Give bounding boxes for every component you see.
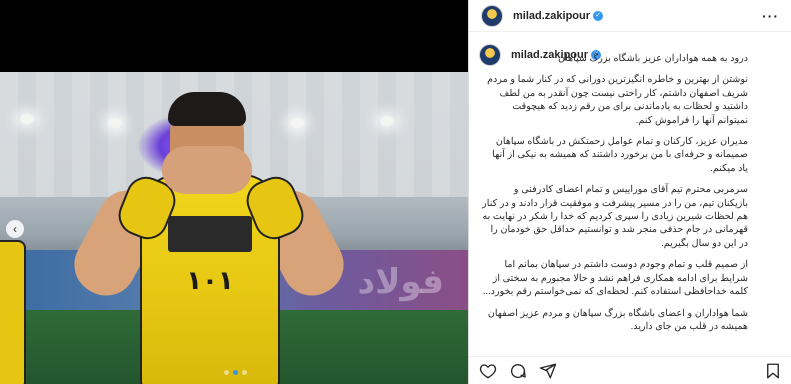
caption-paragraph: از صمیم قلب و تمام وجودم دوست داشتم در س… [482,259,748,298]
caption-area: milad.zakipour ✓ درود به همه هواداران عز… [469,44,791,352]
carousel-dot-active [233,370,238,375]
stadium-light [380,116,394,126]
player-figure: ۱۰۱ [63,92,355,384]
carousel-dots [224,370,247,375]
carousel-dot [224,370,229,375]
caption-paragraph: سرمربی محترم تیم آقای موراییس و تمام اعض… [482,184,748,249]
caption-paragraph: نوشتن از بهترین و خاطره انگیزترین دورانی… [487,74,748,126]
bookmark-icon[interactable] [764,362,782,380]
username-link[interactable]: milad.zakipour [513,10,590,22]
post-media[interactable]: فولاد ۱۰۱ ‹ [0,0,468,384]
player-hands [162,146,252,194]
jersey-sponsor-text: ۱۰۱ [186,266,234,296]
chevron-left-icon: ‹ [13,222,17,236]
avatar[interactable] [479,44,501,66]
action-bar [469,356,791,384]
stadium-light [20,114,34,124]
verified-badge-icon: ✓ [593,10,604,21]
player-hair [168,92,246,126]
post-header: milad.zakipour ✓ ··· [469,0,791,32]
jersey-sponsor-logo [168,216,252,252]
avatar[interactable] [481,4,503,27]
heart-icon[interactable] [479,362,497,380]
caption-paragraph: شما هواداران و اعضای باشگاه بزرگ سپاهان … [487,307,748,332]
ad-banner-text: فولاد [357,262,444,302]
share-icon[interactable] [539,362,557,380]
caption-text: درود به همه هواداران عزیز باشگاه بزرگ سپ… [479,52,782,333]
post-details: milad.zakipour ✓ ··· milad.zakipour ✓ در… [468,0,791,384]
caption-paragraph: مدیران عزیز، کارکنان و تمام عوامل زحمتکش… [492,136,748,174]
comment-icon[interactable] [509,362,527,380]
second-player [0,240,26,384]
more-options-icon[interactable]: ··· [762,8,779,24]
carousel-prev-button[interactable]: ‹ [6,220,24,238]
carousel-dot [242,370,247,375]
